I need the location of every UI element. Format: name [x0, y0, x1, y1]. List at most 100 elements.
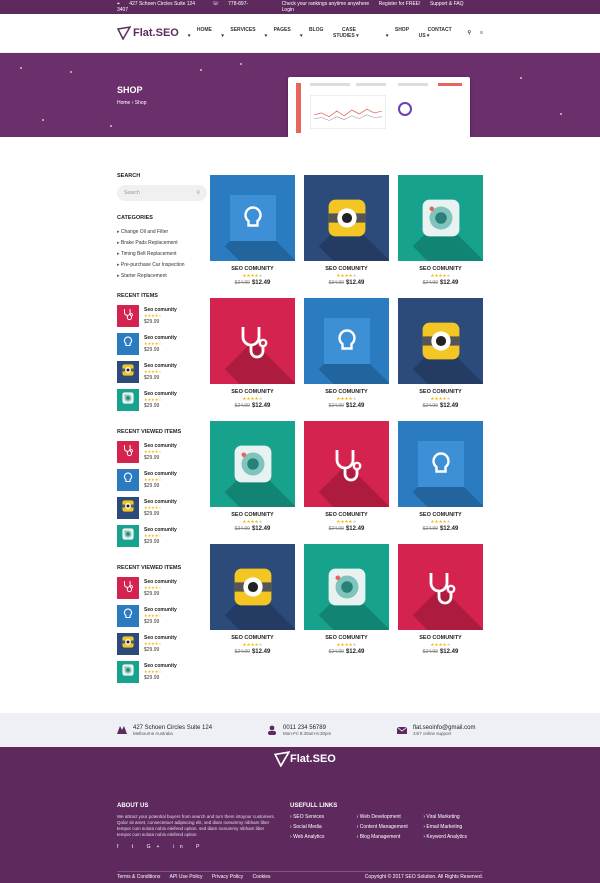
product-card[interactable]: SEO COMUNITY ★★★★★ $34.99 $12.49	[304, 175, 389, 298]
footer-link[interactable]: Viral Marketing	[423, 814, 490, 824]
sidebar-product-item[interactable]: Seo comunity ★★★★☆ $29.99	[117, 469, 207, 497]
product-card[interactable]: SEO COMUNITY ★★★★★ $24.99 $12.49	[304, 298, 389, 421]
menu-services[interactable]: SERVICES ▾	[221, 27, 255, 39]
product-thumbnail[interactable]	[117, 333, 139, 355]
api-policy-link[interactable]: API Use Policy	[169, 874, 202, 880]
product-thumbnail[interactable]	[117, 577, 139, 599]
product-card[interactable]: SEO COMUNITY ★★★★★ $24.99 $12.49	[398, 544, 483, 667]
search-input[interactable]: Search ⚲	[117, 185, 207, 201]
product-thumbnail[interactable]	[117, 441, 139, 463]
footer-link[interactable]: Web Analytics	[290, 834, 357, 844]
footer-link[interactable]: Social Media	[290, 824, 357, 834]
product-title[interactable]: SEO COMUNITY	[398, 389, 483, 395]
terms-link[interactable]: Terms & Conditions	[117, 874, 160, 880]
product-title[interactable]: SEO COMUNITY	[210, 389, 295, 395]
product-image[interactable]	[398, 421, 483, 507]
footer-link[interactable]: Content Management	[357, 824, 424, 834]
site-logo[interactable]: Flat.SEO	[117, 26, 179, 40]
twitter-icon[interactable]: t	[132, 844, 139, 850]
search-icon[interactable]: ⚲	[467, 30, 471, 36]
breadcrumb-home[interactable]: Home	[117, 100, 130, 106]
footer-link[interactable]: Email Marketing	[423, 824, 490, 834]
product-card[interactable]: SEO COMUNITY ★★★★★ $24.99 $12.49	[304, 544, 389, 667]
product-title[interactable]: SEO COMUNITY	[398, 635, 483, 641]
product-card[interactable]: SEO COMUNITY ★★★★★ $24.99 $12.49	[304, 421, 389, 544]
product-image[interactable]	[304, 544, 389, 630]
product-image[interactable]	[398, 298, 483, 384]
product-thumbnail[interactable]	[117, 361, 139, 383]
product-card[interactable]: SEO COMUNITY ★★★★★ $24.99 $12.49	[398, 298, 483, 421]
product-thumbnail[interactable]	[117, 525, 139, 547]
privacy-link[interactable]: Privacy Policy	[212, 874, 243, 880]
topbar-link-login[interactable]: Login	[282, 7, 294, 13]
product-image[interactable]	[398, 175, 483, 261]
footer-link[interactable]: Blog Management	[357, 834, 424, 844]
product-title[interactable]: SEO COMUNITY	[304, 635, 389, 641]
product-title[interactable]: SEO COMUNITY	[398, 266, 483, 272]
product-thumbnail[interactable]	[117, 469, 139, 491]
product-image[interactable]	[398, 544, 483, 630]
product-card[interactable]: SEO COMUNITY ★★★★★ $24.99 $12.49	[210, 175, 295, 298]
product-title[interactable]: SEO COMUNITY	[304, 266, 389, 272]
product-thumbnail[interactable]	[117, 305, 139, 327]
topbar-link-register[interactable]: Register for FREE!	[379, 1, 421, 7]
product-thumbnail[interactable]	[117, 605, 139, 627]
product-title[interactable]: SEO COMUNITY	[210, 512, 295, 518]
product-image[interactable]	[210, 298, 295, 384]
product-thumbnail[interactable]	[117, 633, 139, 655]
pinterest-icon[interactable]: P	[196, 844, 205, 850]
product-image[interactable]	[210, 421, 295, 507]
footer-link[interactable]: Keyword Analytics	[423, 834, 490, 844]
facebook-icon[interactable]: f	[117, 844, 124, 850]
product-title[interactable]: SEO COMUNITY	[398, 512, 483, 518]
menu-pages[interactable]: PAGES ▾	[265, 27, 291, 39]
product-card[interactable]: SEO COMUNITY ★★★★★ $24.99 $12.49	[210, 544, 295, 667]
product-title[interactable]: SEO COMUNITY	[304, 389, 389, 395]
sidebar-product-item[interactable]: Seo comunity ★★★★☆ $29.99	[117, 389, 207, 417]
cookies-link[interactable]: Cookies	[252, 874, 270, 880]
product-image[interactable]	[304, 421, 389, 507]
category-item[interactable]: Starter Replacement	[117, 271, 207, 282]
product-thumbnail[interactable]	[117, 661, 139, 683]
category-item[interactable]: Timing Belt Replacement	[117, 249, 207, 260]
category-item[interactable]: Pre-purchase Car Inspection	[117, 260, 207, 271]
topbar-link-rankings[interactable]: Check your rankings anytime anywhere	[282, 1, 370, 7]
footer-link[interactable]: Web Development	[357, 814, 424, 824]
product-card[interactable]: SEO COMUNITY ★★★★★ $24.99 $12.49	[210, 298, 295, 421]
topbar-link-support[interactable]: Support & FAQ	[430, 1, 464, 7]
sidebar-product-item[interactable]: Seo comunity ★★★★☆ $29.99	[117, 305, 207, 333]
product-image[interactable]	[304, 298, 389, 384]
menu-home[interactable]: HOME ▾	[188, 27, 213, 39]
product-card[interactable]: SEO COMUNITY ★★★★★ $34.99 $12.49	[210, 421, 295, 544]
sidebar-product-item[interactable]: Seo comunity ★★★★☆ $29.99	[117, 497, 207, 525]
product-title[interactable]: SEO COMUNITY	[210, 266, 295, 272]
product-image[interactable]	[304, 175, 389, 261]
hamburger-icon[interactable]: ≡	[480, 30, 483, 36]
linkedin-icon[interactable]: in	[173, 844, 189, 850]
menu-case-studies[interactable]: CASE STUDIES ▾	[333, 27, 377, 39]
sidebar-product-item[interactable]: Seo comunity ★★★★☆ $29.99	[117, 525, 207, 553]
sidebar-product-item[interactable]: Seo comunity ★★★★☆ $29.99	[117, 441, 207, 469]
product-image[interactable]	[210, 544, 295, 630]
menu-contact[interactable]: CONTACT US ▾	[419, 27, 459, 39]
product-thumbnail[interactable]	[117, 389, 139, 411]
menu-blog[interactable]: BLOG ▾	[300, 27, 324, 39]
footer-logo[interactable]: Flat.SEO	[274, 751, 336, 767]
google-plus-icon[interactable]: G+	[147, 844, 166, 850]
product-card[interactable]: SEO COMUNITY ★★★★★ $24.99 $12.49	[398, 175, 483, 298]
category-item[interactable]: Brake Pads Replacement	[117, 238, 207, 249]
menu-shop[interactable]: SHOP ▾	[386, 27, 410, 39]
sidebar-product-item[interactable]: Seo comunity ★★★★☆ $29.99	[117, 333, 207, 361]
search-icon[interactable]: ⚲	[196, 190, 200, 196]
sidebar-product-item[interactable]: Seo comunity ★★★★☆ $29.99	[117, 605, 207, 633]
product-title[interactable]: SEO COMUNITY	[304, 512, 389, 518]
product-image[interactable]	[210, 175, 295, 261]
sidebar-product-item[interactable]: Seo comunity ★★★★☆ $29.99	[117, 577, 207, 605]
product-thumbnail[interactable]	[117, 497, 139, 519]
category-item[interactable]: Change Oil and Filter	[117, 227, 207, 238]
product-title[interactable]: SEO COMUNITY	[210, 635, 295, 641]
footer-link[interactable]: SEO Services	[290, 814, 357, 824]
sidebar-product-item[interactable]: Seo comunity ★★★★☆ $29.99	[117, 661, 207, 689]
sidebar-product-item[interactable]: Seo comunity ★★★★☆ $29.99	[117, 633, 207, 661]
product-card[interactable]: SEO COMUNITY ★★★★★ $24.99 $12.49	[398, 421, 483, 544]
